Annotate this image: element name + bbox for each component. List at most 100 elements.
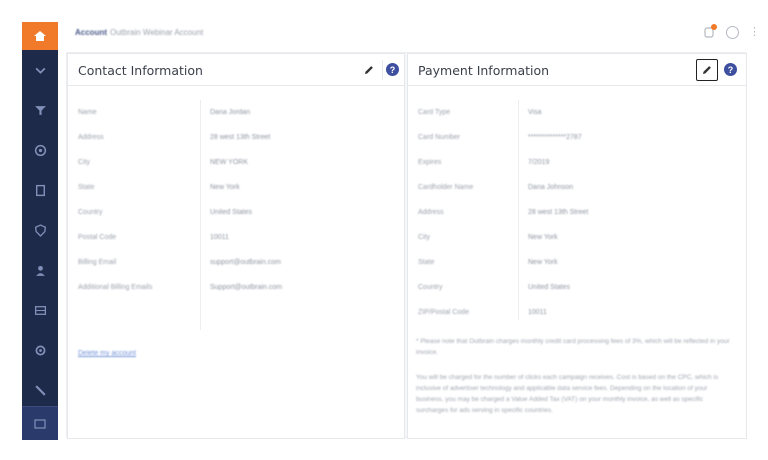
info-row-label: State bbox=[78, 184, 95, 191]
info-row-label: Address bbox=[418, 209, 444, 216]
top-bar: Account Outbrain Webinar Account ⋮ bbox=[58, 22, 768, 44]
info-row-value: Visa bbox=[528, 109, 542, 116]
breadcrumb: Account Outbrain Webinar Account bbox=[75, 28, 203, 37]
info-row: Country United States bbox=[408, 276, 746, 301]
more-options-icon[interactable]: ⋮ bbox=[749, 26, 760, 38]
nav-insights[interactable] bbox=[22, 210, 58, 250]
info-row: Card Type Visa bbox=[408, 101, 746, 126]
nav-billing[interactable] bbox=[22, 290, 58, 330]
payment-rows: Card Type Visa Card Number **************27… bbox=[408, 101, 746, 326]
pencil-icon bbox=[365, 66, 373, 74]
notifications-button[interactable] bbox=[702, 24, 717, 39]
help-icon[interactable] bbox=[726, 25, 739, 39]
info-row-value: United States bbox=[210, 209, 253, 216]
nav-dashboard[interactable] bbox=[22, 130, 58, 170]
info-row: Additional Billing Emails Support@outbrai… bbox=[68, 276, 404, 301]
nav-reports[interactable] bbox=[22, 170, 58, 210]
filter-icon bbox=[34, 105, 46, 115]
info-row: State New York bbox=[408, 251, 746, 276]
info-row-value: 28 west 13th Street bbox=[528, 209, 589, 216]
info-row: Name Dana Jordan bbox=[68, 101, 404, 126]
info-row-value: 28 west 13th Street bbox=[210, 134, 271, 141]
fee-note: * Please note that Outbrain charges mont… bbox=[416, 338, 730, 356]
info-row: ZIP/Postal Code 10011 bbox=[408, 301, 746, 326]
info-row-value: support@outbrain.com bbox=[210, 259, 281, 266]
contact-information-panel: Contact Information ? Name Dana Jordan Add… bbox=[67, 53, 405, 439]
home-icon bbox=[34, 31, 46, 41]
breadcrumb-section[interactable]: Account bbox=[75, 28, 107, 37]
info-row-value: 7/2019 bbox=[528, 159, 550, 166]
chevron-down-icon bbox=[35, 67, 45, 74]
contact-panel-header: Contact Information ? bbox=[68, 54, 404, 86]
info-row: Address 28 west 13th Street bbox=[68, 126, 404, 151]
info-row-label: City bbox=[418, 234, 431, 241]
nav-campaigns[interactable] bbox=[22, 50, 58, 90]
info-row-label: Name bbox=[78, 109, 97, 116]
info-row-label: State bbox=[418, 259, 435, 266]
nav-filter[interactable] bbox=[22, 90, 58, 130]
info-row-value: United States bbox=[528, 284, 571, 291]
gear-icon bbox=[35, 345, 45, 355]
delete-account-link[interactable]: Delete my account bbox=[78, 350, 136, 357]
notification-dot bbox=[711, 24, 717, 30]
info-row: Expires 7/2019 bbox=[408, 151, 746, 176]
info-row-value: 10011 bbox=[528, 309, 547, 316]
info-row: Postal Code 10011 bbox=[68, 226, 404, 251]
info-row: Billing Email support@outbrain.com bbox=[68, 251, 404, 276]
nav-tools[interactable] bbox=[22, 370, 58, 410]
info-row-label: Card Type bbox=[418, 109, 451, 116]
info-row-value: New York bbox=[528, 259, 558, 266]
info-row-value: Support@outbrain.com bbox=[210, 284, 283, 291]
info-row: City NEW YORK bbox=[68, 151, 404, 176]
pencil-icon bbox=[703, 66, 711, 74]
info-row: City New York bbox=[408, 226, 746, 251]
grid-icon bbox=[34, 305, 46, 315]
info-row-label: Card Number bbox=[418, 134, 461, 141]
info-row: Address 28 west 13th Street bbox=[408, 201, 746, 226]
payment-panel-header: Payment Information ? bbox=[408, 54, 746, 86]
edit-payment-button[interactable] bbox=[696, 59, 718, 81]
breadcrumb-account: Outbrain Webinar Account bbox=[110, 28, 204, 37]
charges-note: You will be charged for the number of cl… bbox=[416, 374, 719, 414]
nav-collapse[interactable] bbox=[22, 406, 58, 440]
info-row: Card Number **************2787 bbox=[408, 126, 746, 151]
payment-title: Payment Information bbox=[418, 63, 550, 78]
document-icon bbox=[35, 184, 45, 196]
info-row-value: New York bbox=[528, 234, 558, 241]
info-row-value: New York bbox=[210, 184, 240, 191]
account-content: Contact Information ? Name Dana Jordan Add… bbox=[66, 52, 747, 439]
info-row-value: NEW YORK bbox=[210, 159, 248, 166]
info-row-value: **************2787 bbox=[528, 134, 582, 141]
sidebar-nav bbox=[22, 22, 58, 440]
info-row-label: Postal Code bbox=[78, 234, 117, 241]
info-row-label: Country bbox=[418, 284, 443, 291]
payment-help-icon[interactable]: ? bbox=[724, 63, 737, 76]
info-row-value: 10011 bbox=[210, 234, 229, 241]
info-row: Country United States bbox=[68, 201, 404, 226]
info-row-label: Cardholder Name bbox=[418, 184, 474, 191]
nav-settings[interactable] bbox=[22, 330, 58, 370]
info-row-label: Country bbox=[78, 209, 103, 216]
info-row-label: Expires bbox=[418, 159, 442, 166]
nav-users[interactable] bbox=[22, 250, 58, 290]
contact-title: Contact Information bbox=[78, 63, 203, 78]
info-row-label: Address bbox=[78, 134, 104, 141]
shield-icon bbox=[34, 223, 46, 237]
dashboard-icon bbox=[34, 144, 46, 156]
info-row: State New York bbox=[68, 176, 404, 201]
info-row-label: Additional Billing Emails bbox=[78, 284, 153, 291]
contact-help-icon[interactable]: ? bbox=[386, 63, 399, 76]
contact-rows: Name Dana Jordan Address 28 west 13th Stree… bbox=[68, 101, 404, 301]
info-row-value: Dana Jordan bbox=[210, 109, 251, 116]
edit-contact-button[interactable] bbox=[358, 59, 380, 81]
info-row-label: City bbox=[78, 159, 91, 166]
user-icon bbox=[35, 265, 45, 276]
info-row-label: ZIP/Postal Code bbox=[418, 309, 469, 316]
info-row: Cardholder Name Dana Johnson bbox=[408, 176, 746, 201]
menu-icon bbox=[34, 418, 46, 429]
info-row-value: Dana Johnson bbox=[528, 184, 574, 191]
wrench-icon bbox=[34, 384, 46, 396]
payment-information-panel: Payment Information ? Card Type Visa Card … bbox=[407, 53, 747, 439]
home-logo[interactable] bbox=[22, 22, 58, 50]
info-row-label: Billing Email bbox=[78, 259, 117, 266]
